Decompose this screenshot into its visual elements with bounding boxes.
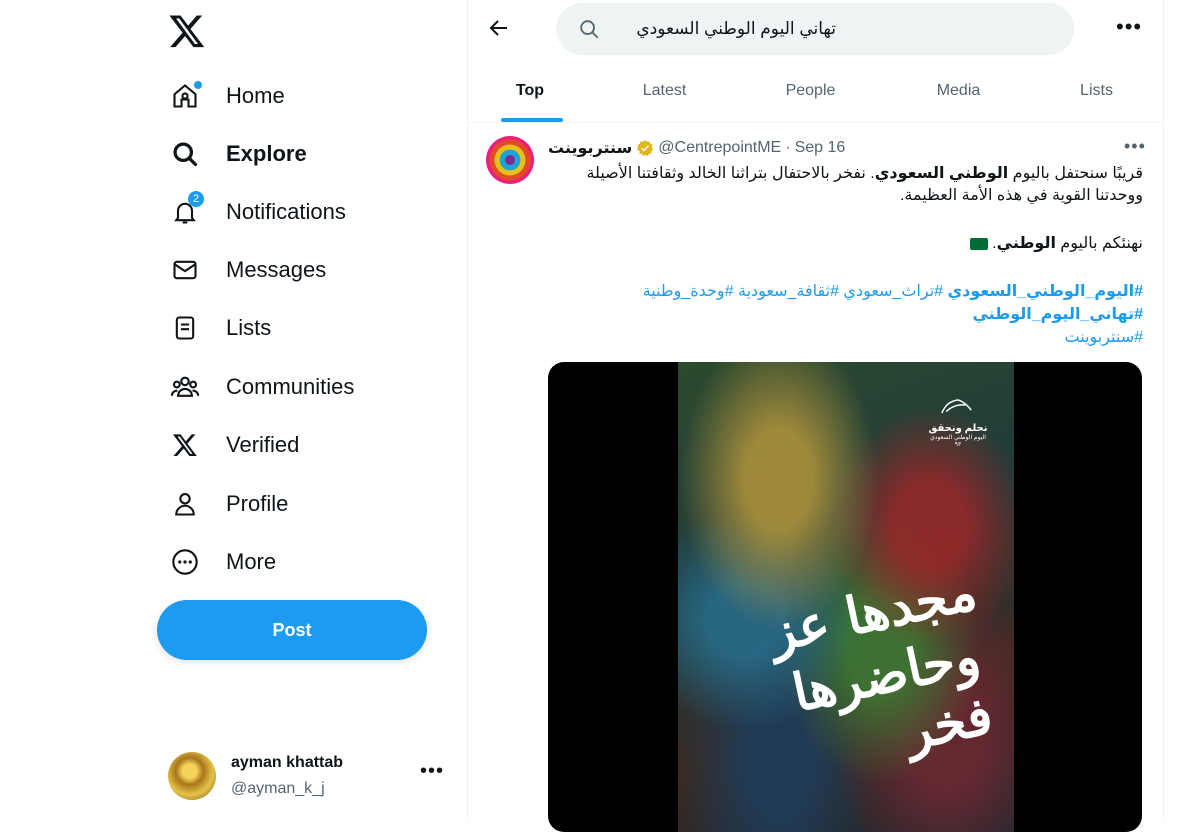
account-more-icon[interactable]: ••• <box>420 760 444 783</box>
hashtag-link[interactable]: #سنتربوينت <box>1065 329 1144 346</box>
more-circle-icon <box>170 547 200 577</box>
bell-icon: 2 <box>170 191 204 227</box>
nav-label-verified: Verified <box>226 432 300 457</box>
search-tabs: Top Latest People Media Lists <box>467 60 1163 123</box>
list-icon <box>170 313 200 343</box>
nav-notifications[interactable]: 2 Notifications <box>160 188 356 236</box>
post-button[interactable]: Post <box>157 600 427 660</box>
nav-profile[interactable]: Profile <box>160 480 298 528</box>
back-arrow-icon[interactable] <box>487 16 511 40</box>
nav-label-profile: Profile <box>226 491 289 516</box>
hashtag-row[interactable]: #اليوم_الوطني_السعودي #تراث_سعودي #ثقافة… <box>583 280 1143 303</box>
verified-badge-icon <box>636 139 654 157</box>
tab-lists[interactable]: Lists <box>1029 60 1164 122</box>
nav-verified[interactable]: Verified <box>160 421 309 469</box>
national-day-logo: نحلم ونحقق اليوم الوطني السعودي ٩٣ <box>928 392 988 452</box>
nav-explore[interactable]: Explore <box>160 130 317 178</box>
avatar <box>168 752 216 800</box>
nav-label-communities: Communities <box>226 374 355 399</box>
search-more-icon[interactable]: ••• <box>1116 14 1142 40</box>
search-icon <box>170 139 200 169</box>
nav-label-home: Home <box>226 83 285 108</box>
tweet-greeting: نهنئكم باليوم الوطني. <box>583 233 1143 255</box>
tweet-text: قريبًا سنحتفل باليوم الوطني السعودي. نفخ… <box>583 163 1143 207</box>
tweet-date-separator: · <box>785 139 791 156</box>
account-switcher[interactable]: ayman khattab @ayman_k_j ••• <box>168 748 458 806</box>
home-icon <box>170 81 202 111</box>
tab-media[interactable]: Media <box>891 60 1026 122</box>
tab-active-indicator <box>501 118 563 122</box>
hashtag-link[interactable]: #تراث_سعودي #ثقافة_سعودية #وحدة_وطنية <box>643 283 948 300</box>
x-logo-icon[interactable] <box>168 12 206 50</box>
nav-label-lists: Lists <box>226 315 272 340</box>
hashtag-link[interactable]: #تهاني_اليوم_الوطني <box>972 306 1143 323</box>
tweet-hashtags: #اليوم_الوطني_السعودي #تراث_سعودي #ثقافة… <box>583 280 1143 349</box>
tab-people[interactable]: People <box>743 60 878 122</box>
tweet-text-bold: الوطني <box>996 235 1056 252</box>
nav-communities[interactable]: Communities <box>160 363 364 411</box>
people-icon <box>170 372 200 402</box>
hashtag-link[interactable]: #اليوم_الوطني_السعودي <box>948 283 1144 300</box>
tweet-text-segment: نهنئكم باليوم <box>1055 235 1143 252</box>
tweet-text-segment: . نفخر بالاحتفال بتراثنا الخالد وثقافتنا… <box>586 165 875 182</box>
search-box[interactable]: تهاني اليوم الوطني السعودي <box>556 3 1074 55</box>
tweet-media[interactable]: نحلم ونحقق اليوم الوطني السعودي ٩٣ مجدها… <box>548 362 1142 832</box>
tweet-author-handle[interactable]: @CentrepointME <box>658 139 781 157</box>
hashtag-row[interactable]: #تهاني_اليوم_الوطني <box>583 303 1143 326</box>
envelope-icon <box>170 255 200 285</box>
notifications-badge: 2 <box>188 191 204 207</box>
nav-more[interactable]: More <box>160 538 286 586</box>
tweet-avatar[interactable] <box>486 136 534 184</box>
brand-line-1: نحلم ونحقق <box>928 423 988 434</box>
tweet-header: سنتربوينت @CentrepointME · Sep 16 <box>548 138 845 158</box>
person-icon <box>170 489 200 519</box>
tweet-text-line-2: ووحدتنا القوية في هذه الأمة العظيمة. <box>899 187 1143 204</box>
palm-logo-icon <box>941 399 972 414</box>
tab-latest[interactable]: Latest <box>597 60 732 122</box>
tweet-text-bold: الوطني السعودي <box>874 165 1009 182</box>
nav-home[interactable]: Home <box>160 72 295 120</box>
nav-label-explore: Explore <box>226 141 307 166</box>
nav-lists[interactable]: Lists <box>160 304 281 352</box>
nav-label-more: More <box>226 549 277 574</box>
tab-top[interactable]: Top <box>467 60 593 122</box>
tweet-text-segment: قريبًا سنحتفل باليوم <box>1008 165 1143 182</box>
search-input[interactable]: تهاني اليوم الوطني السعودي <box>636 19 836 39</box>
account-name: ayman khattab <box>231 754 344 771</box>
hashtag-row[interactable]: #سنتربوينت <box>583 326 1144 349</box>
tweet-author-name[interactable]: سنتربوينت <box>548 138 632 158</box>
x-logo-icon <box>170 430 200 460</box>
tweet-text-line-1: قريبًا سنحتفل باليوم الوطني السعودي. نفخ… <box>583 163 1143 185</box>
nav-label-messages: Messages <box>226 257 327 282</box>
nav-label-notifications: Notifications <box>226 199 346 224</box>
national-day-artwork: نحلم ونحقق اليوم الوطني السعودي ٩٣ مجدها… <box>678 362 1014 832</box>
saudi-flag-icon <box>969 237 988 250</box>
brand-line-2: اليوم الوطني السعودي ٩٣ <box>930 435 986 448</box>
tweet-more-icon[interactable]: ••• <box>1124 136 1146 157</box>
nav-messages[interactable]: Messages <box>160 246 336 294</box>
account-handle: @ayman_k_j <box>231 780 325 797</box>
search-icon <box>578 18 600 40</box>
calligraphy: مجدها عز وحاضرها فخر <box>718 552 998 763</box>
home-new-dot <box>194 81 202 89</box>
tweet-date[interactable]: Sep 16 <box>795 139 846 157</box>
calligraphy-line-2: وحاضرها فخر <box>787 625 998 763</box>
